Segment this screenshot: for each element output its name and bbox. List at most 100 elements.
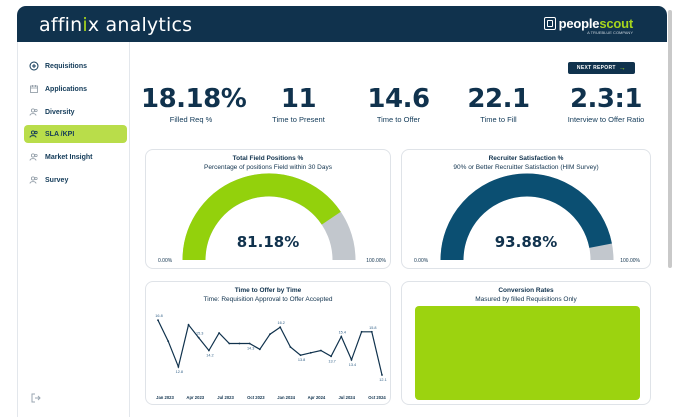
data-label: 12.8: [176, 370, 183, 374]
data-point[interactable]: [177, 365, 180, 368]
x-tick-label: Oct 2023: [247, 395, 265, 400]
gauge-min-label: 0.00%: [158, 258, 173, 264]
partner-tagline: A TRUEBLUE COMPANY: [587, 30, 633, 35]
data-label: 16.8: [155, 314, 162, 318]
kpi-value: 2.3:1: [569, 84, 643, 114]
scrollbar[interactable]: [668, 10, 672, 268]
arrow-right-icon: →: [618, 64, 627, 72]
data-point[interactable]: [289, 346, 292, 348]
users-icon: [29, 107, 39, 117]
x-tick-label: Jul 2023: [217, 395, 234, 400]
data-point[interactable]: [381, 374, 383, 376]
kpi-value: 14.6: [367, 84, 430, 114]
data-label: 15.3: [196, 332, 203, 336]
data-label: 13.4: [349, 363, 356, 367]
data-label: 16.2: [277, 321, 284, 325]
brand-logo[interactable]: affinix analytics: [39, 14, 192, 36]
x-tick-label: Oct 2024: [368, 395, 386, 400]
kpi-label: Time to Present: [272, 115, 325, 124]
data-point[interactable]: [299, 354, 302, 357]
data-point[interactable]: [258, 348, 261, 351]
next-report-label: NEXT REPORT: [576, 65, 616, 71]
partner-name-1: people: [558, 16, 600, 31]
gauge-card-field-positions: Total Field Positions % Percentage of po…: [145, 149, 391, 269]
x-tick-label: Apr 2024: [308, 395, 326, 400]
gauge-chart: [440, 173, 614, 261]
sidebar-item-requisitions[interactable]: Requisitions: [24, 57, 127, 75]
kpi-value: 11: [280, 84, 317, 114]
gauge-card-recruiter-satisfaction: Recruiter Satisfaction % 90% or Better R…: [401, 149, 651, 269]
data-point[interactable]: [340, 335, 343, 338]
kpi-filled-req: 18.18% Filled Req %: [141, 84, 247, 124]
sidebar-item-sla-kpi[interactable]: SLA /KPI: [24, 125, 127, 143]
kpi-value: 18.18%: [141, 84, 247, 114]
data-point[interactable]: [187, 323, 190, 326]
data-label: 14.3: [247, 347, 254, 351]
kpi-time-to-offer: 14.6 Time to Offer: [356, 84, 441, 124]
data-label: 13.7: [328, 359, 335, 363]
sidebar: Requisitions Applications Diversity SLA …: [17, 42, 130, 417]
main-content: NEXT REPORT → 18.18% Filled Req % 11 Time…: [131, 42, 667, 417]
gauge-chart: [182, 173, 356, 261]
data-point[interactable]: [370, 330, 373, 333]
sidebar-item-label: Applications: [45, 85, 88, 93]
data-point[interactable]: [248, 342, 251, 345]
x-tick-label: Jan 2023: [156, 395, 174, 400]
kpi-time-to-present: 11 Time to Present: [256, 84, 341, 124]
plus-circle-icon: [29, 61, 39, 71]
gauge-min-label: 0.00%: [414, 258, 429, 264]
data-label: 15.4: [339, 331, 346, 335]
brand-mid: x: [87, 14, 100, 36]
data-point[interactable]: [167, 340, 170, 343]
next-report-button[interactable]: NEXT REPORT →: [568, 62, 635, 74]
data-label: 15.8: [369, 326, 376, 330]
data-point[interactable]: [228, 342, 231, 345]
data-point[interactable]: [238, 342, 241, 345]
kpi-interview-offer-ratio: 2.3:1 Interview to Offer Ratio: [553, 84, 659, 124]
line-chart: 16.8 12.8 15.3 14.2 14.3 16.2 13.8 13.7 15.4 13.4…: [155, 314, 386, 400]
data-point[interactable]: [350, 358, 353, 361]
calendar-icon: [29, 84, 39, 94]
users-icon: [29, 152, 39, 162]
data-point[interactable]: [218, 332, 220, 334]
partner-logo: peoplescout A TRUEBLUE COMPANY: [543, 15, 633, 35]
kpi-value: 22.1: [467, 84, 530, 114]
brand-prefix: affin: [39, 14, 83, 36]
sidebar-item-label: Survey: [45, 176, 69, 184]
data-point[interactable]: [157, 319, 159, 322]
gauge-max-label: 100.00%: [620, 258, 640, 264]
kpi-label: Filled Req %: [169, 115, 213, 124]
sidebar-item-applications[interactable]: Applications: [24, 80, 127, 98]
data-label: 12.1: [379, 378, 386, 382]
sidebar-item-diversity[interactable]: Diversity: [24, 103, 127, 121]
users-icon: [29, 129, 39, 139]
x-tick-label: Jul 2024: [338, 395, 355, 400]
sidebar-item-survey[interactable]: Survey: [24, 171, 127, 189]
conversion-card: Conversion Rates Masured by filled Requi…: [401, 281, 651, 405]
gauge-value: 93.88%: [494, 233, 558, 251]
data-point[interactable]: [360, 330, 363, 333]
conversion-chart: [415, 306, 640, 400]
gauge-value: 81.18%: [236, 233, 300, 251]
data-point[interactable]: [208, 349, 210, 352]
data-point[interactable]: [320, 349, 322, 352]
data-point[interactable]: [269, 333, 271, 336]
data-point[interactable]: [309, 351, 312, 354]
x-tick-label: Apr 2023: [186, 395, 204, 400]
logout-icon[interactable]: [30, 392, 42, 407]
kpi-label: Interview to Offer Ratio: [567, 115, 645, 124]
data-label: 14.2: [206, 354, 213, 358]
data-point[interactable]: [279, 326, 282, 329]
kpi-label: Time to Fill: [480, 115, 517, 124]
data-label: 13.8: [298, 358, 305, 362]
users-icon: [29, 175, 39, 185]
x-tick-label: Jan 2024: [277, 395, 295, 400]
data-point[interactable]: [197, 336, 200, 339]
conversion-bar[interactable]: [415, 306, 640, 400]
brand-suffix: analytics: [99, 14, 193, 36]
data-point[interactable]: [330, 355, 332, 358]
sidebar-item-market-insight[interactable]: Market Insight: [24, 148, 127, 166]
sidebar-item-label: Market Insight: [45, 153, 93, 161]
line-chart-card: Time to Offer by Time Time: Requisition …: [145, 281, 391, 405]
kpi-label: Time to Offer: [376, 115, 421, 124]
